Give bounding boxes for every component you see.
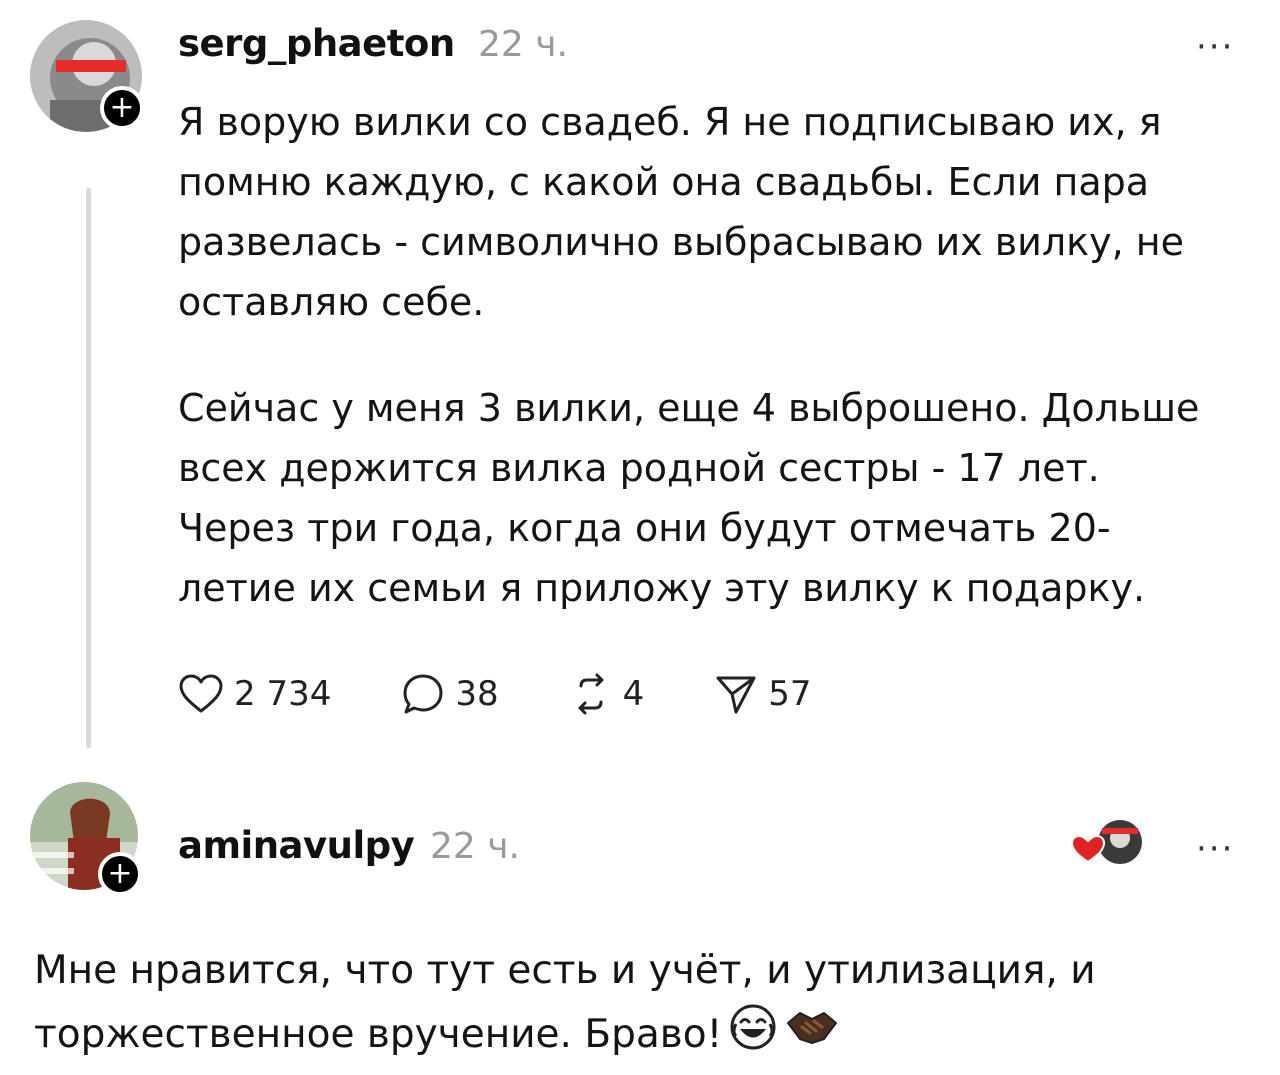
comment-bubble-icon [401,672,445,716]
author-liked-heart-icon [1068,818,1142,872]
reply-text-content: Мне нравится, что тут есть и учёт, и ути… [34,948,1096,1057]
reply-follow-button[interactable]: + [98,852,142,896]
handshake-emoji [784,1005,840,1068]
more-options-button[interactable]: ··· [1196,30,1234,64]
follow-button[interactable]: + [100,86,144,130]
post-time: 22 ч. [478,24,568,65]
send-icon [714,672,758,716]
comment-button[interactable]: 38 [401,672,499,716]
reply-text: Мне нравится, что тут есть и учёт, и ути… [34,940,1254,1071]
repost-count: 4 [622,674,645,714]
reply-time: 22 ч. [430,826,520,867]
post-paragraph-2: Сейчас у меня 3 вилки, еще 4 выброшено. … [178,386,1200,610]
reply-more-options-button[interactable]: ··· [1196,832,1234,866]
laughing-tears-emoji [728,1002,778,1071]
post-actions: 2 734 38 4 57 [178,672,882,716]
like-count: 2 734 [234,674,332,714]
post-paragraph-1: Я ворую вилки со свадеб. Я не подписываю… [178,100,1184,324]
reply-username[interactable]: aminavulpy [178,824,415,867]
repost-icon [569,672,613,716]
share-count: 57 [768,674,812,714]
thread-line [86,188,91,748]
like-button[interactable]: 2 734 [178,673,331,715]
author-username[interactable]: serg_phaeton [178,22,455,65]
share-button[interactable]: 57 [714,672,812,716]
comment-count: 38 [455,674,499,714]
repost-button[interactable]: 4 [569,672,645,716]
heart-icon [178,673,224,715]
